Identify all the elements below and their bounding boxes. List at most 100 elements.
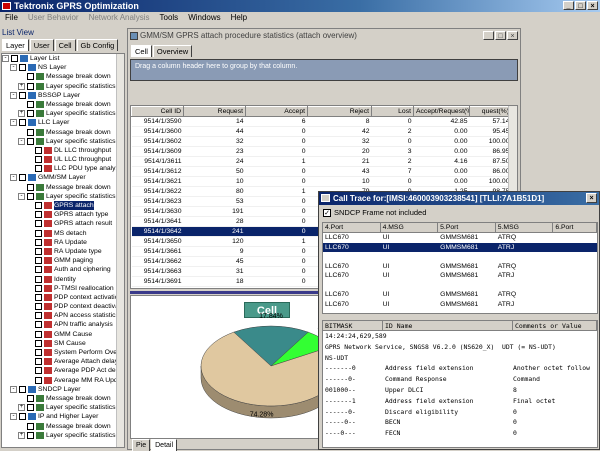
tree-checkbox[interactable] bbox=[35, 358, 42, 366]
decode-line[interactable]: ------0- Command Response Command bbox=[323, 374, 597, 385]
decode-col-id-name[interactable]: ID Name bbox=[383, 321, 513, 331]
window-close-button[interactable]: × bbox=[507, 31, 518, 40]
maximize-button[interactable]: □ bbox=[575, 1, 586, 10]
collapse-icon[interactable]: - bbox=[10, 91, 17, 99]
tree-node[interactable]: - GMM/SM Layer bbox=[2, 173, 124, 182]
tree-node[interactable]: - NS Layer bbox=[2, 63, 124, 72]
list-item[interactable]: LLC670 UI GMMSM681 ATRJ bbox=[323, 300, 597, 310]
menu-user-behavior[interactable]: User Behavior bbox=[23, 12, 84, 24]
close-button[interactable]: × bbox=[587, 1, 598, 10]
message-column-header[interactable]: 5.MSG bbox=[495, 223, 554, 233]
table-row[interactable]: 9514/1/3590 14 6 8 0 42.85 57.14 bbox=[131, 116, 512, 127]
menu-windows[interactable]: Windows bbox=[183, 12, 225, 24]
tree-checkbox[interactable] bbox=[27, 183, 34, 191]
list-item[interactable]: LLC670 UI GMMSM681 ATRQ bbox=[323, 233, 597, 243]
decode-line[interactable]: -----0-- BECN 0 bbox=[323, 417, 597, 428]
tree-node[interactable]: APN traffic analysis bbox=[2, 320, 124, 329]
tree-checkbox[interactable] bbox=[19, 64, 26, 72]
tree-checkbox[interactable] bbox=[35, 156, 42, 164]
tree-checkbox[interactable] bbox=[35, 165, 42, 173]
collapse-icon[interactable]: - bbox=[10, 385, 17, 393]
tab-cell[interactable]: Cell bbox=[131, 45, 152, 57]
tree-checkbox[interactable] bbox=[35, 321, 42, 329]
table-row[interactable]: 9514/1/3611 24 1 21 2 4.16 87.50 bbox=[131, 156, 512, 167]
tree-node[interactable]: Message break down bbox=[2, 422, 124, 431]
tree-node[interactable]: System Perform Overview bbox=[2, 348, 124, 357]
message-column-header[interactable]: 6.Port bbox=[553, 223, 597, 233]
tree-node[interactable]: Auth and ciphering bbox=[2, 265, 124, 274]
list-item[interactable] bbox=[323, 252, 597, 262]
expand-icon[interactable]: + bbox=[18, 404, 25, 412]
decode-line[interactable]: ------0- Discard eligibility 0 bbox=[323, 407, 597, 418]
tree-checkbox[interactable] bbox=[35, 202, 42, 209]
message-column-header[interactable]: 4.Port bbox=[323, 223, 381, 233]
decode-line[interactable]: -------1 Address field extension Final oct… bbox=[323, 396, 597, 407]
tree-checkbox[interactable] bbox=[35, 330, 42, 338]
tree-checkbox[interactable] bbox=[19, 119, 26, 127]
tree-checkbox[interactable] bbox=[19, 91, 26, 99]
expand-icon[interactable]: + bbox=[18, 110, 25, 118]
decode-col-bitmask[interactable]: BITMASK bbox=[323, 321, 383, 331]
list-item[interactable]: LLC670 UI GMMSM681 ATRJ bbox=[323, 242, 597, 252]
group-by-bar[interactable]: Drag a column header here to group by th… bbox=[130, 59, 518, 81]
tree-node[interactable]: P-TMSI reallocation bbox=[2, 284, 124, 293]
tree-checkbox[interactable] bbox=[35, 303, 42, 311]
tree-checkbox[interactable] bbox=[35, 275, 42, 283]
collapse-icon[interactable]: - bbox=[18, 192, 25, 200]
collapse-icon[interactable]: - bbox=[10, 174, 17, 182]
tree-node[interactable]: - BSSGP Layer bbox=[2, 91, 124, 100]
menu-tools[interactable]: Tools bbox=[155, 12, 184, 24]
grid-column-header[interactable]: Accept/Request(%) bbox=[413, 106, 470, 117]
tab-cell[interactable]: Cell bbox=[54, 39, 76, 51]
tree-node[interactable]: + Layer specific statistics bbox=[2, 109, 124, 118]
tree-checkbox[interactable] bbox=[35, 266, 42, 274]
list-item[interactable]: LLC670 UI GMMSM681 ATRJ bbox=[323, 271, 597, 281]
tree-checkbox[interactable] bbox=[27, 422, 34, 430]
tree-node[interactable]: Identity bbox=[2, 275, 124, 284]
message-column-header[interactable]: 5.Port bbox=[438, 223, 496, 233]
collapse-icon[interactable]: - bbox=[18, 137, 25, 145]
tree-node[interactable]: Average MM RA Upd bbox=[2, 376, 124, 385]
tree-checkbox[interactable] bbox=[35, 312, 42, 320]
decode-line[interactable]: GPRS Network Service, SNGS8 V6.2.0 (NS62… bbox=[323, 342, 597, 353]
tree-scrollbar[interactable] bbox=[116, 54, 124, 447]
tree-checkbox[interactable] bbox=[35, 293, 42, 301]
tree-node[interactable]: PDP context deactivation bbox=[2, 302, 124, 311]
collapse-icon[interactable]: - bbox=[10, 64, 17, 72]
message-column-header[interactable]: 4.MSG bbox=[380, 223, 439, 233]
collapse-icon[interactable]: - bbox=[10, 119, 17, 127]
tree-node[interactable]: SM Cause bbox=[2, 339, 124, 348]
tree-node[interactable]: Average Attach delay bbox=[2, 357, 124, 366]
tree-node[interactable]: - Layer specific statistics bbox=[2, 137, 124, 146]
tree-checkbox[interactable] bbox=[35, 247, 42, 255]
tree-checkbox[interactable] bbox=[19, 174, 26, 182]
grid-column-header[interactable]: Request bbox=[183, 106, 246, 117]
tree-node[interactable]: GMM paging bbox=[2, 256, 124, 265]
tree-node[interactable]: GPRS attach type bbox=[2, 210, 124, 219]
tree-node[interactable]: GMM Cause bbox=[2, 330, 124, 339]
list-item[interactable]: LLC670 UI GMMSM681 ATRQ bbox=[323, 262, 597, 272]
tree-node[interactable]: APN access statistics bbox=[2, 311, 124, 320]
tree-checkbox[interactable] bbox=[35, 211, 42, 219]
tree-checkbox[interactable] bbox=[27, 73, 34, 81]
tree-checkbox[interactable] bbox=[35, 257, 42, 265]
tab-user[interactable]: User bbox=[29, 39, 54, 51]
tree-checkbox[interactable] bbox=[27, 137, 34, 145]
tree-node[interactable]: Message break down bbox=[2, 183, 124, 192]
tree-checkbox[interactable] bbox=[19, 413, 26, 421]
tree-node[interactable]: - IP and Higher Layer bbox=[2, 412, 124, 421]
tree-node[interactable]: Message break down bbox=[2, 100, 124, 109]
tree-node[interactable]: UL LLC throughput bbox=[2, 155, 124, 164]
tree-checkbox[interactable] bbox=[35, 376, 42, 384]
tree-checkbox[interactable] bbox=[35, 229, 42, 237]
tab-overview[interactable]: Overview bbox=[152, 45, 193, 57]
tree-node[interactable]: DL LLC throughput bbox=[2, 146, 124, 155]
tree-checkbox[interactable] bbox=[11, 55, 18, 62]
tree-checkbox[interactable] bbox=[35, 146, 42, 154]
tree-checkbox[interactable] bbox=[35, 284, 42, 292]
tree-checkbox[interactable] bbox=[27, 100, 34, 108]
tree-node[interactable]: - Layer List bbox=[2, 54, 124, 63]
tree-node[interactable]: RA Update bbox=[2, 238, 124, 247]
tab-gb-config[interactable]: Gb Config bbox=[76, 39, 119, 51]
table-row[interactable]: 9514/1/3621 10 0 10 0 0.00 100.00 bbox=[131, 176, 512, 187]
